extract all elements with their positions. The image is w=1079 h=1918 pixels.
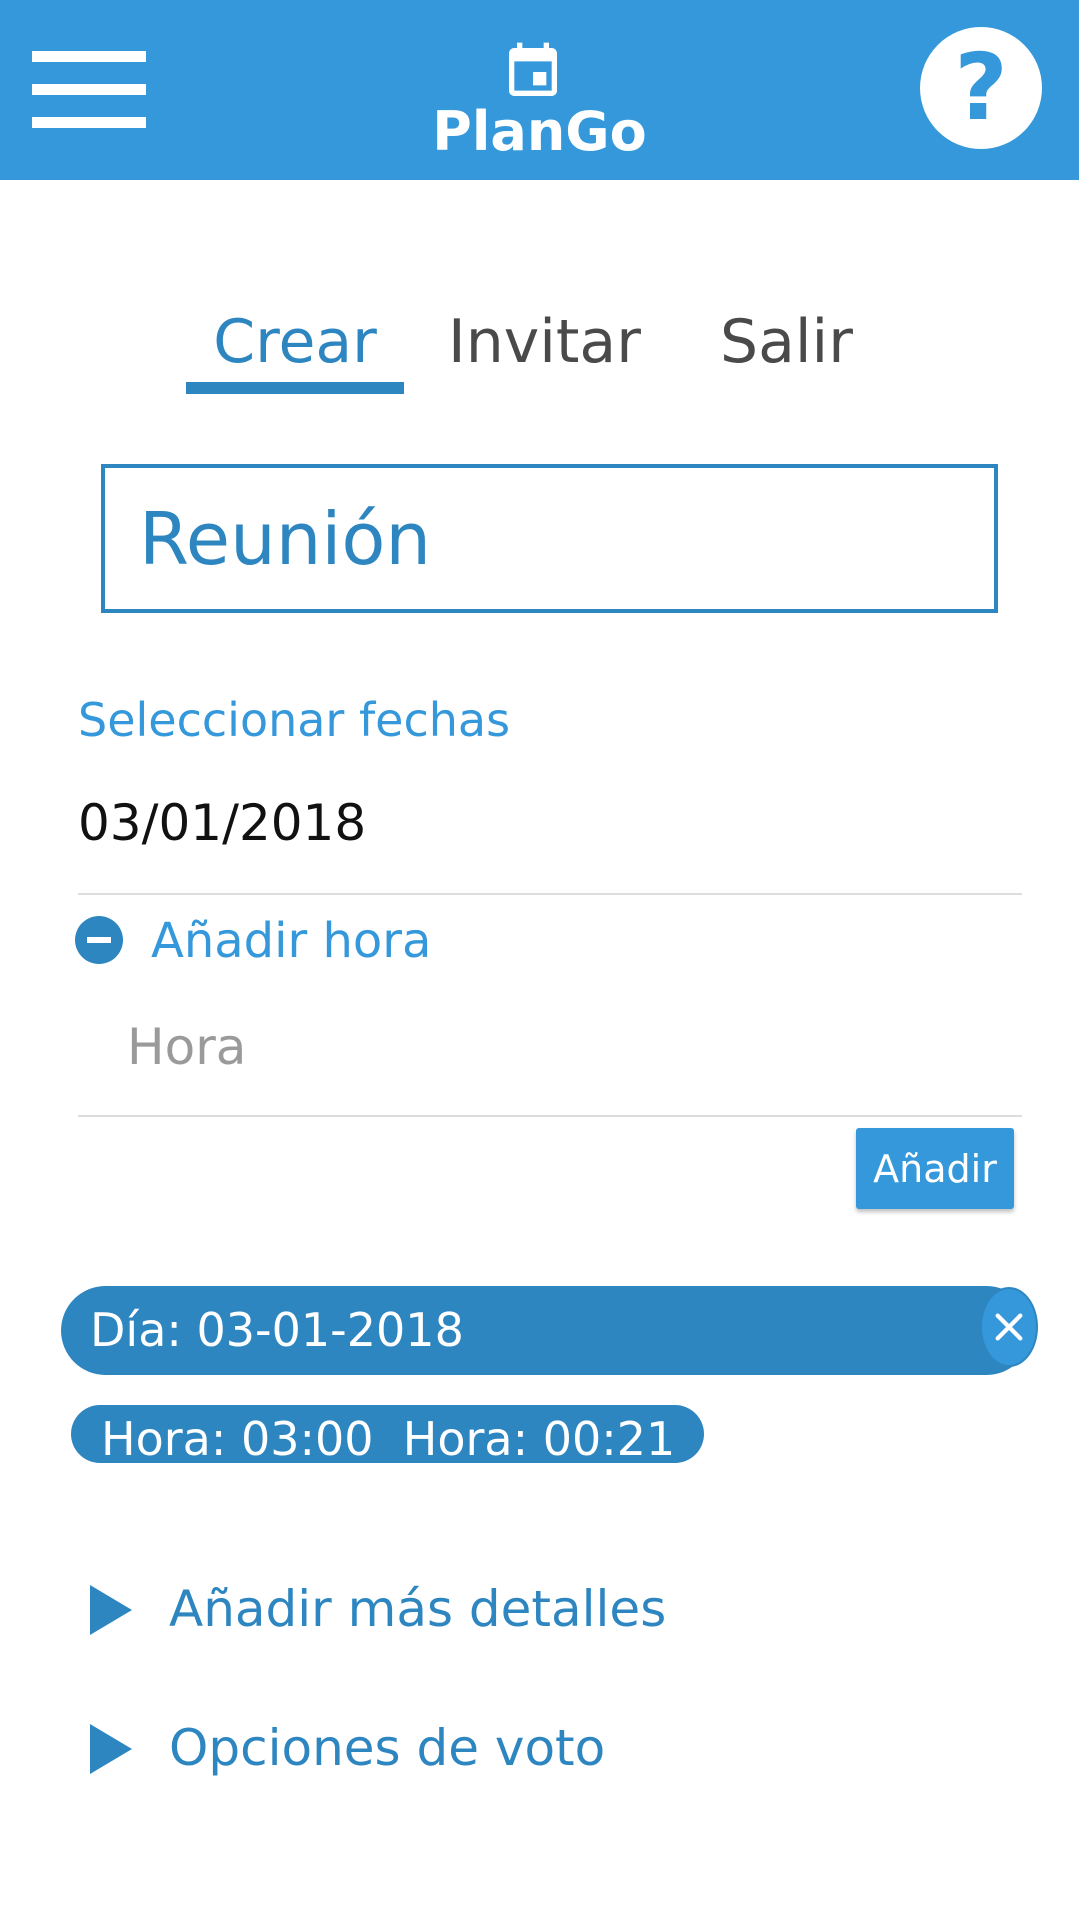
tab-crear[interactable]: Crear	[186, 304, 404, 380]
date-field[interactable]: 03/01/2018	[78, 790, 366, 856]
selected-day-chip: Día: 03-01-2018	[61, 1286, 1031, 1375]
remove-day-button[interactable]	[980, 1287, 1038, 1367]
calendar-icon	[509, 42, 557, 96]
select-dates-label: Seleccionar fechas	[78, 693, 511, 747]
question-mark-icon: ?	[954, 34, 1008, 141]
expand-triangle-icon	[90, 1585, 132, 1635]
close-icon	[995, 1313, 1023, 1341]
help-button[interactable]: ?	[920, 27, 1042, 149]
tab-invitar[interactable]: Invitar	[448, 304, 641, 380]
date-divider	[78, 893, 1022, 895]
app-title: PlanGo	[432, 100, 647, 163]
add-hour-toggle[interactable]: Añadir hora	[151, 910, 431, 972]
collapse-hour-icon[interactable]	[75, 916, 123, 964]
event-title-input[interactable]: Reunión	[101, 464, 998, 613]
active-tab-indicator	[186, 382, 404, 394]
expand-triangle-icon	[90, 1724, 132, 1774]
selected-hours-chip: Hora: 03:00 Hora: 00:21	[71, 1405, 704, 1466]
hour-divider	[78, 1115, 1022, 1117]
more-details-label: Añadir más detalles	[169, 1580, 667, 1638]
tab-salir[interactable]: Salir	[720, 304, 853, 380]
app-header: PlanGo ?	[0, 0, 1079, 180]
hour-input[interactable]: Hora	[127, 1015, 246, 1079]
add-hour-button[interactable]: Añadir	[856, 1128, 1014, 1209]
vote-options-label: Opciones de voto	[169, 1719, 606, 1777]
